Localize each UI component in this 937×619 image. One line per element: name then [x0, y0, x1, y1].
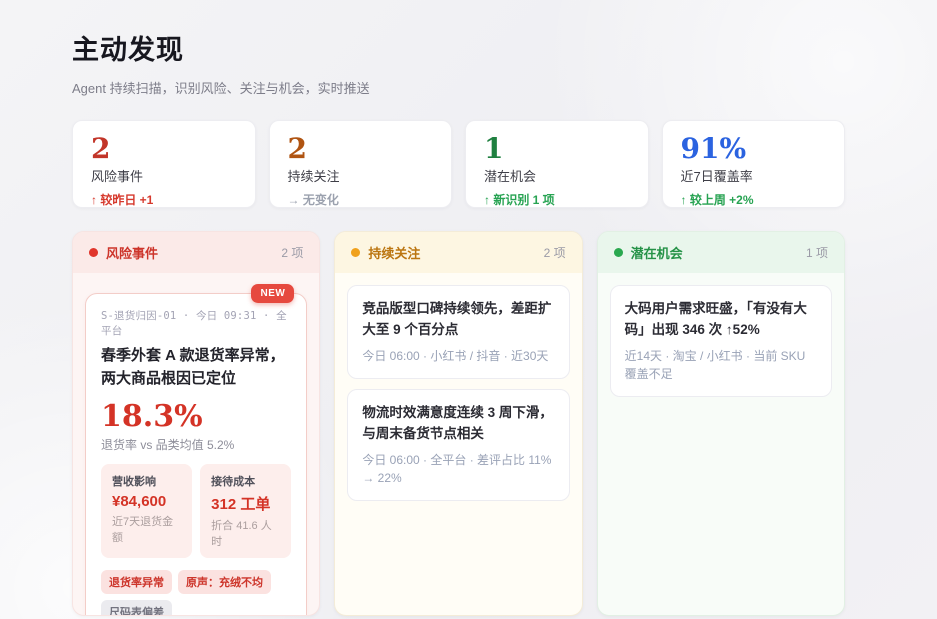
stat-card-watch: 2 持续关注 → 无变化 — [268, 120, 452, 208]
stat-delta: ↑ 较上周 +2% — [680, 193, 754, 208]
column-title: 持续关注 — [368, 246, 421, 261]
stat-value: 2 — [287, 132, 307, 165]
column-opportunity-body: 大码用户需求旺盛，「有没有大码」出现 346 次 ↑52% 近14天 · 淘宝 … — [598, 273, 844, 615]
stat-value: 91% — [680, 132, 747, 165]
impact-label: 营收影响 — [112, 476, 156, 488]
stat-value: 2 — [91, 132, 111, 165]
tag-row: 退货率异常 原声：充绒不均 尺码表偏差 — [101, 570, 291, 615]
column-watch-header: 持续关注 2 项 — [335, 232, 582, 273]
stat-card-opportunity: 1 潜在机会 ↑ 新识别 1 项 — [465, 120, 649, 208]
discovery-board: 风险事件 2 项 NEW S-退货归因-01 · 今日 09:31 · 全平台 … — [72, 231, 845, 616]
stat-label: 近7日覆盖率 — [680, 169, 753, 185]
metric-caption: 退货率 vs 品类均值 5.2% — [101, 438, 235, 452]
column-risk: 风险事件 2 项 NEW S-退货归因-01 · 今日 09:31 · 全平台 … — [72, 231, 321, 616]
opportunity-dot-icon — [613, 248, 623, 257]
stat-delta: ↑ 新识别 1 项 — [484, 193, 555, 208]
impact-value: 312 工单 — [211, 496, 271, 513]
column-watch: 持续关注 2 项 竞品版型口碑持续领先，差距扩大至 9 个百分点 今日 06:0… — [334, 231, 583, 616]
stat-label: 持续关注 — [287, 169, 340, 185]
card-meta: 今日 06:00 · 全平台 · 差评占比 11% → 22% — [362, 452, 552, 485]
impact-caption: 近7天退货金额 — [112, 516, 174, 544]
card-meta: 近14天 · 淘宝 / 小红书 · 当前 SKU 覆盖不足 — [624, 348, 806, 381]
new-badge: NEW — [251, 284, 295, 303]
column-risk-header: 风险事件 2 项 — [73, 232, 320, 273]
card-title: 物流时效满意度连续 3 周下滑，与周末备货节点相关 — [362, 404, 553, 441]
page-subtitle: Agent 持续扫描，识别风险、关注与机会，实时推送 — [72, 81, 370, 96]
column-watch-body: 竞品版型口碑持续领先，差距扩大至 9 个百分点 今日 06:00 · 小红书 /… — [335, 273, 581, 615]
stat-card-risk: 2 风险事件 ↑ 较昨日 +1 — [72, 120, 256, 208]
tag: 原声：充绒不均 — [178, 570, 271, 594]
impact-caption: 折合 41.6 人时 — [211, 520, 272, 548]
stat-label: 潜在机会 — [484, 169, 537, 185]
watch-card[interactable]: 物流时效满意度连续 3 周下滑，与周末备货节点相关 今日 06:00 · 全平台… — [347, 388, 570, 501]
card-meta: S-退货归因-01 · 今日 09:31 · 全平台 — [101, 310, 287, 337]
column-risk-body: NEW S-退货归因-01 · 今日 09:31 · 全平台 春季外套 A 款退… — [73, 273, 319, 615]
stats-row: 2 风险事件 ↑ 较昨日 +1 2 持续关注 → 无变化 1 潜在机会 ↑ 新识… — [72, 120, 845, 208]
card-meta: 今日 06:00 · 小红书 / 抖音 · 近30天 — [362, 348, 549, 363]
risk-dot-icon — [89, 248, 98, 257]
watch-dot-icon — [351, 248, 361, 257]
column-title: 风险事件 — [106, 246, 159, 261]
watch-card[interactable]: 竞品版型口碑持续领先，差距扩大至 9 个百分点 今日 06:00 · 小红书 /… — [347, 285, 570, 379]
stat-label: 风险事件 — [91, 169, 144, 185]
stat-delta: ↑ 较昨日 +1 — [91, 193, 154, 208]
page: 主动发现 Agent 持续扫描，识别风险、关注与机会，实时推送 2 风险事件 ↑… — [0, 0, 937, 616]
impact-value: ¥84,600 — [112, 493, 167, 510]
impact-grid: 营收影响 ¥84,600 近7天退货金额 接待成本 312 工单 折合 41.6… — [101, 464, 292, 558]
page-title: 主动发现 — [72, 35, 184, 66]
impact-label: 接待成本 — [211, 476, 256, 488]
stat-value: 1 — [484, 132, 504, 165]
stat-card-coverage: 91% 近7日覆盖率 ↑ 较上周 +2% — [661, 120, 845, 208]
column-opportunity-header: 潜在机会 1 项 — [597, 232, 844, 273]
column-count: 2 项 — [281, 246, 304, 260]
stat-delta: → 无变化 — [287, 193, 339, 208]
column-count: 1 项 — [805, 246, 828, 260]
column-opportunity: 潜在机会 1 项 大码用户需求旺盛，「有没有大码」出现 346 次 ↑52% 近… — [596, 231, 845, 616]
opportunity-card[interactable]: 大码用户需求旺盛，「有没有大码」出现 346 次 ↑52% 近14天 · 淘宝 … — [609, 285, 832, 397]
tag: 退货率异常 — [101, 570, 172, 594]
metric-value: 18.3% — [101, 399, 203, 434]
card-title: 春季外套 A 款退货率异常，两大商品根因已定位 — [101, 347, 285, 387]
impact-revenue: 营收影响 ¥84,600 近7天退货金额 — [101, 464, 193, 558]
column-title: 潜在机会 — [630, 246, 683, 261]
impact-service-cost: 接待成本 312 工单 折合 41.6 人时 — [200, 464, 292, 558]
column-count: 2 项 — [543, 246, 566, 260]
tag: 尺码表偏差 — [101, 600, 172, 615]
card-title: 大码用户需求旺盛，「有没有大码」出现 346 次 ↑52% — [624, 301, 807, 337]
card-title: 竞品版型口碑持续领先，差距扩大至 9 个百分点 — [362, 301, 552, 337]
risk-card-featured[interactable]: NEW S-退货归因-01 · 今日 09:31 · 全平台 春季外套 A 款退… — [85, 284, 308, 615]
